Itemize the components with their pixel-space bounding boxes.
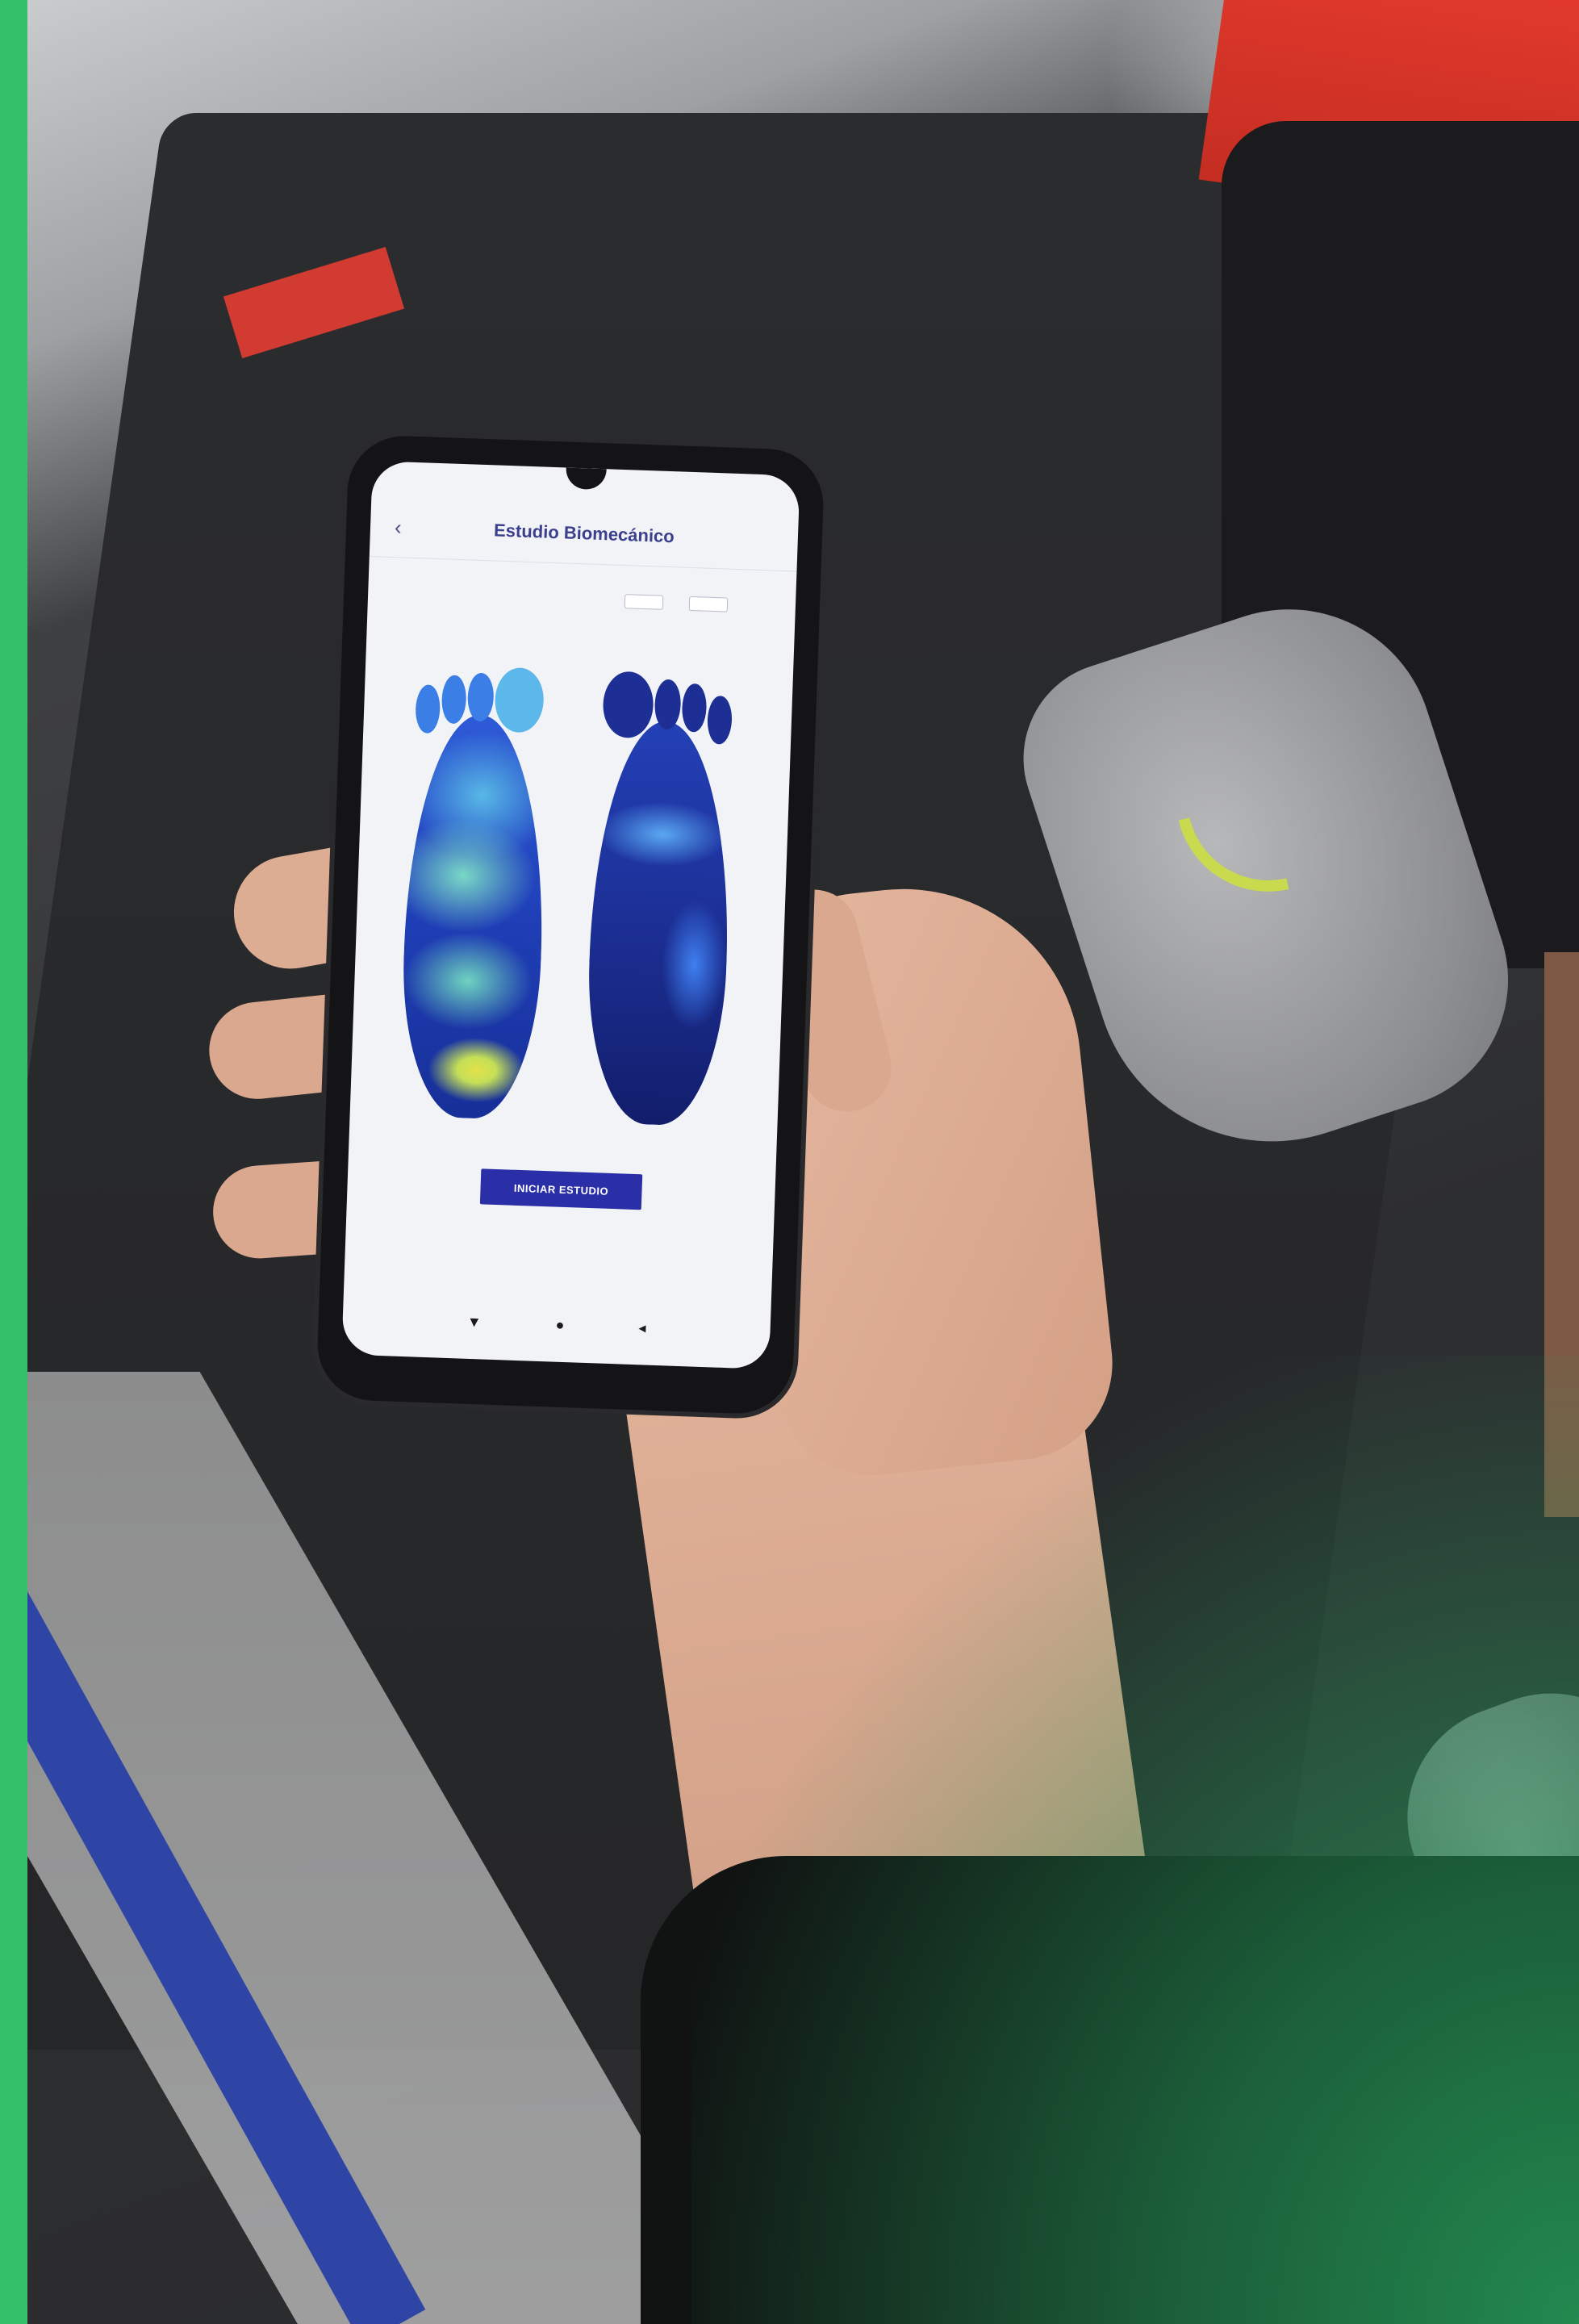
- app-header: ‹ Estudio Biomecánico: [369, 498, 799, 572]
- right-foot-big-toe: [602, 671, 654, 739]
- left-foot-toe: [441, 675, 467, 725]
- start-study-button[interactable]: INICIAR ESTUDIO: [479, 1168, 643, 1210]
- green-side-bar: [0, 0, 27, 2324]
- right-foot-toe: [654, 679, 682, 730]
- right-foot-toe: [706, 695, 733, 745]
- left-foot-big-toe: [494, 667, 545, 734]
- right-foot-toe: [681, 683, 708, 733]
- nav-recents-icon[interactable]: ◂: [638, 1319, 646, 1336]
- photo-scene: ‹ Estudio Biomecánico INICIAR ESTUDIO ▼: [27, 0, 1579, 2324]
- left-foot-toe: [415, 684, 441, 734]
- nav-back-icon[interactable]: ▼: [467, 1313, 482, 1331]
- toggle-left[interactable]: [624, 594, 664, 610]
- smartphone: ‹ Estudio Biomecánico INICIAR ESTUDIO ▼: [315, 434, 825, 1415]
- android-nav-bar: ▼ ● ◂: [342, 1301, 771, 1348]
- dark-sleeve: [641, 1856, 1579, 2324]
- nav-home-icon[interactable]: ●: [555, 1316, 565, 1333]
- status-time: [401, 471, 402, 491]
- left-foot-pressure-map: [398, 713, 549, 1121]
- page-title: Estudio Biomecánico: [493, 520, 675, 547]
- toggle-right[interactable]: [688, 596, 729, 612]
- right-foot-pressure-map: [583, 719, 735, 1127]
- left-foot-toe: [466, 672, 495, 722]
- phone-screen: ‹ Estudio Biomecánico INICIAR ESTUDIO ▼: [341, 461, 800, 1369]
- runner-leg: [1544, 952, 1579, 1517]
